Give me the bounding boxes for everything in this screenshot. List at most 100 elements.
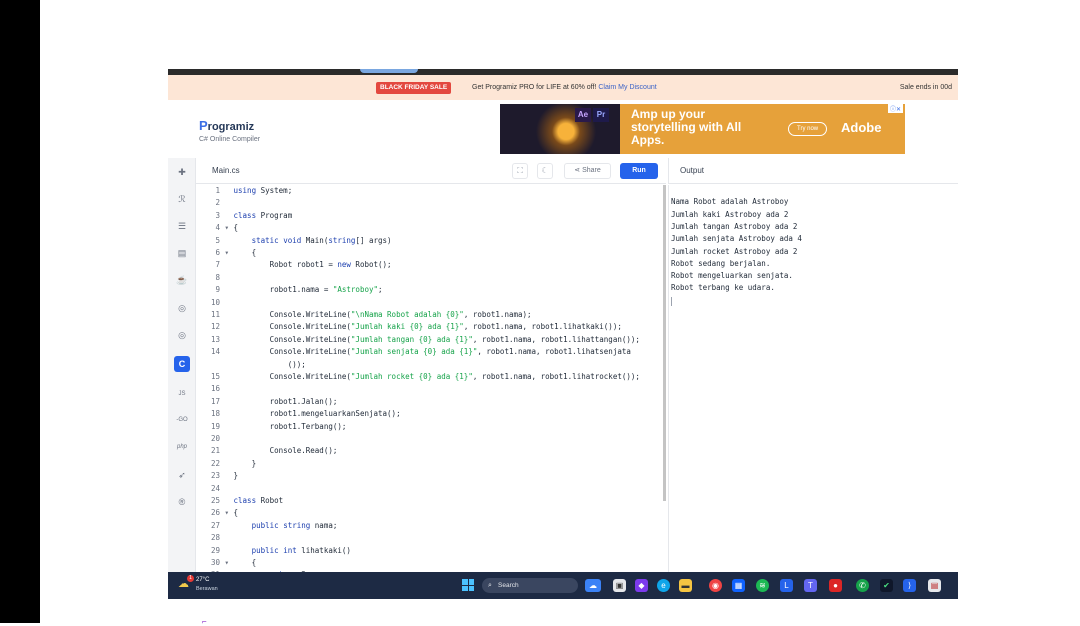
code-line[interactable]: 14 Console.WriteLine("Jumlah senjata {0}… [196, 347, 666, 359]
code-line[interactable]: 6 ▾ { [196, 248, 666, 260]
code-text: robot1.Terbang(); [233, 421, 347, 431]
code-editor[interactable]: 1 using System; 2 3 class Program 4 ▾{5 st… [196, 185, 666, 572]
html-icon[interactable]: ▤ [174, 245, 190, 261]
code-line[interactable]: 15 Console.WriteLine("Jumlah rocket {0} … [196, 372, 666, 384]
code-line[interactable]: 22 } [196, 459, 666, 471]
line-number: 29 [210, 545, 220, 555]
ad-try-now-button[interactable]: Try now [788, 122, 828, 136]
file-tab[interactable]: Main.cs [212, 166, 240, 175]
code-line[interactable]: 19 robot1.Terbang(); [196, 422, 666, 434]
adobe-ad-banner[interactable]: Ae Pr Amp up your storytelling with All … [500, 104, 905, 154]
spotify-icon[interactable]: ≋ [756, 579, 769, 592]
code-line[interactable]: 29 public int lihatkaki() [196, 546, 666, 558]
line-number: 10 [210, 297, 220, 307]
cpp-icon[interactable]: ◎ [174, 327, 190, 343]
code-line[interactable]: 5 static void Main(string[] args) [196, 236, 666, 248]
store-icon[interactable]: ▦ [732, 579, 745, 592]
promo-link[interactable]: Claim My Discount [598, 84, 656, 91]
go-icon[interactable]: -GO [174, 412, 190, 428]
code-line[interactable]: 20 [196, 434, 666, 446]
windows-start-icon[interactable] [462, 579, 474, 591]
line-number: 28 [210, 533, 220, 543]
output-header: Output [668, 158, 958, 184]
whatsapp-icon[interactable]: ✆ [856, 579, 869, 592]
theme-toggle-icon[interactable]: ☾ [537, 163, 553, 179]
checkmark-app-icon[interactable]: ✔ [880, 579, 893, 592]
code-text: public string nama; [251, 520, 338, 530]
code-line[interactable]: 13 Console.WriteLine("Jumlah tangan {0} … [196, 335, 666, 347]
taskbar-search[interactable]: ⌕ Search [482, 578, 578, 593]
code-line[interactable]: 28 [196, 533, 666, 545]
code-line[interactable]: 10 [196, 298, 666, 310]
csharp-icon[interactable]: C [174, 356, 190, 372]
code-line[interactable]: 16 [196, 384, 666, 396]
rust-icon[interactable]: ® [174, 494, 190, 510]
run-button[interactable]: Run [620, 163, 658, 179]
code-line[interactable]: 27 public string nama; [196, 521, 666, 533]
file-explorer-icon[interactable]: ▬ [679, 579, 692, 592]
bottom-logo-fragment: ⌐ [202, 617, 207, 626]
fold-chevron-icon[interactable]: ▾ [225, 558, 234, 567]
logo-text: rogramiz [207, 121, 255, 133]
code-text: Console.WriteLine("\nNama Robot adalah {… [233, 310, 532, 319]
taskbar-search-label: Search [498, 582, 519, 589]
fold-chevron-icon[interactable]: ▾ [225, 508, 234, 517]
code-line[interactable]: 26 ▾{ [196, 508, 666, 520]
media-app-icon[interactable]: ● [829, 579, 842, 592]
pdf-app-icon[interactable]: ▤ [928, 579, 941, 592]
chrome-icon[interactable]: ◉ [709, 579, 722, 592]
programiz-logo[interactable]: Programiz [199, 118, 254, 133]
line-number: 22 [210, 458, 220, 468]
code-line[interactable]: 4 ▾{ [196, 223, 666, 235]
widgets-icon[interactable]: ☁ [585, 579, 601, 592]
share-icon: ⋖ [574, 167, 583, 174]
line-number: 25 [210, 496, 220, 505]
line-number: 13 [210, 334, 220, 344]
sql-icon[interactable]: ☰ [174, 218, 190, 234]
java-icon[interactable]: ☕ [174, 272, 190, 288]
output-line: Jumlah kaki Astroboy ada 2 [671, 209, 789, 219]
vscode-icon[interactable]: ⟩ [903, 579, 916, 592]
code-line[interactable]: 3 class Program [196, 211, 666, 223]
code-line[interactable]: 24 [196, 484, 666, 496]
share-button[interactable]: ⋖ Share [564, 163, 611, 179]
code-line[interactable]: 25 class Robot [196, 496, 666, 508]
copilot-icon[interactable]: ◆ [635, 579, 648, 592]
c-icon[interactable]: ◎ [174, 300, 190, 316]
code-line[interactable]: 21 Console.Read(); [196, 446, 666, 458]
code-line[interactable]: 9 robot1.nama = "Astroboy"; [196, 285, 666, 297]
code-line[interactable]: 18 robot1.mengeluarkanSenjata(); [196, 409, 666, 421]
code-line[interactable]: 2 [196, 198, 666, 210]
code-line[interactable]: 23 } [196, 471, 666, 483]
code-text: } [233, 471, 239, 481]
python-icon[interactable]: ✚ [174, 164, 190, 180]
r-icon[interactable]: ℛ [174, 191, 190, 207]
code-line[interactable]: 30 ▾ { [196, 558, 666, 570]
code-line[interactable]: 8 [196, 273, 666, 285]
line-number: 7 [215, 260, 220, 270]
code-text: { [233, 223, 239, 233]
ad-close-icon[interactable]: ⓘ✕ [887, 104, 903, 113]
code-line[interactable]: 1 using System; [196, 186, 666, 198]
browser-tab-indicator[interactable] [360, 69, 418, 73]
code-line[interactable]: 17 robot1.Jalan(); [196, 397, 666, 409]
javascript-icon[interactable]: JS [174, 386, 190, 402]
letter-l-app-icon[interactable]: L [780, 579, 793, 592]
fullscreen-icon[interactable]: ⛶ [512, 163, 528, 179]
line-number: 19 [210, 421, 220, 431]
editor-scrollbar[interactable] [663, 185, 666, 501]
swift-icon[interactable]: ➶ [174, 467, 190, 483]
code-line[interactable]: ()); [196, 360, 666, 372]
php-icon[interactable]: php [174, 439, 190, 455]
fold-chevron-icon[interactable]: ▾ [225, 223, 234, 232]
logo-mark: P [199, 118, 208, 133]
code-text: Console.WriteLine("Jumlah kaki {0} ada {… [233, 322, 622, 332]
code-line[interactable]: 12 Console.WriteLine("Jumlah kaki {0} ad… [196, 322, 666, 334]
code-line[interactable]: 7 Robot robot1 = new Robot(); [196, 260, 666, 272]
page-subtitle: C# Online Compiler [199, 136, 261, 143]
task-view-icon[interactable]: ▣ [613, 579, 626, 592]
edge-icon[interactable]: e [657, 579, 670, 592]
code-line[interactable]: 11 Console.WriteLine("\nNama Robot adala… [196, 310, 666, 322]
fold-chevron-icon[interactable]: ▾ [225, 248, 234, 257]
teams-icon[interactable]: T [804, 579, 817, 592]
